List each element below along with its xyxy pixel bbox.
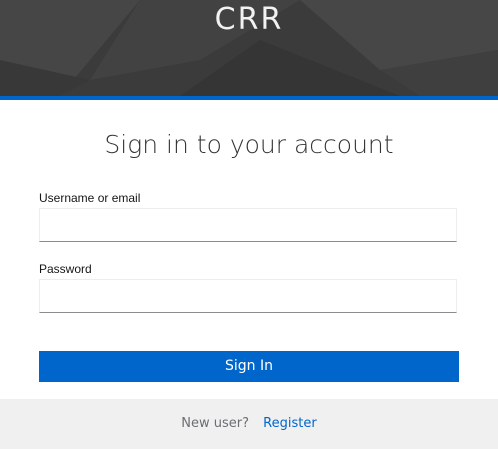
password-input[interactable] xyxy=(39,279,457,313)
page-title: Sign in to your account xyxy=(104,130,394,159)
register-link[interactable]: Register xyxy=(263,416,317,431)
password-label: Password xyxy=(39,262,92,276)
login-card: Sign in to your account Username or emai… xyxy=(0,100,498,399)
brand-title: CRR xyxy=(214,2,284,37)
username-label: Username or email xyxy=(39,191,141,205)
new-user-text: New user? xyxy=(181,416,250,431)
username-input[interactable] xyxy=(39,208,457,242)
sign-in-button[interactable]: Sign In xyxy=(39,351,459,382)
registration-footer: New user? Register xyxy=(0,399,498,449)
page-header: CRR xyxy=(0,0,498,96)
